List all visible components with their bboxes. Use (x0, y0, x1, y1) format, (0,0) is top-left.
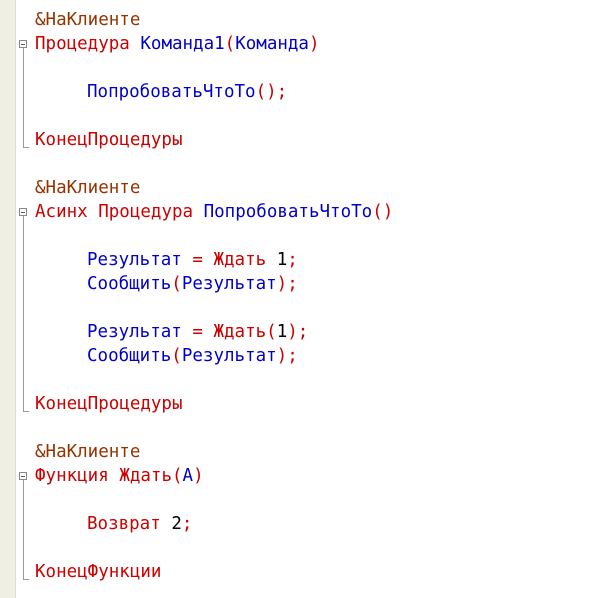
fold-end-marker (23, 411, 29, 412)
compile-directive: &НаКлиенте (35, 442, 141, 462)
code-line: ПопробоватьЧтоТо(); (35, 80, 590, 104)
procedure-name: ПопробоватьЧтоТо (203, 202, 373, 222)
semicolon: ; (287, 250, 298, 270)
operator: = (192, 322, 203, 342)
code-line: &НаКлиенте (35, 176, 590, 200)
code-editor[interactable]: &НаКлиенте Процедура Команда1(Команда) П… (0, 0, 590, 598)
fold-toggle-procedure-komanda1[interactable] (19, 40, 27, 48)
fold-margin (16, 0, 32, 598)
paren: ( (171, 274, 182, 294)
code-line: Сообщить(Результат); (35, 344, 590, 368)
paren: ) (308, 34, 320, 54)
fold-end-marker (23, 579, 29, 580)
number-literal: 1 (276, 250, 288, 270)
code-line: Процедура Команда1(Команда) (35, 32, 590, 56)
line-gutter (0, 0, 16, 598)
semicolon: ; (287, 346, 298, 366)
call-name: Сообщить (87, 274, 172, 294)
paren: ) (276, 346, 288, 366)
keyword: Процедура (35, 34, 130, 54)
code-line: КонецПроцедуры (35, 128, 590, 152)
variable: Результат (181, 346, 277, 366)
operator: = (192, 250, 203, 270)
paren: ( (266, 322, 277, 342)
parameter: Команда (235, 34, 309, 54)
await-keyword: Ждать (213, 250, 267, 270)
fold-toggle-procedure-poprobovat[interactable] (19, 208, 27, 216)
semicolon: ; (297, 322, 309, 342)
code-line: Результат = Ждать 1; (35, 248, 590, 272)
code-line: &НаКлиенте (35, 8, 590, 32)
code-line: Функция Ждать(А) (35, 464, 590, 488)
call-name: ПопробоватьЧтоТо (87, 82, 256, 102)
fold-guide-line (23, 216, 24, 412)
paren: ) (266, 82, 277, 102)
parameter: А (182, 466, 194, 486)
fold-toggle-function-zhdat[interactable] (19, 472, 27, 480)
function-name: Ждать (119, 466, 172, 486)
fold-guide-line (23, 48, 24, 148)
semicolon: ; (276, 82, 288, 102)
call-name: Сообщить (87, 346, 172, 366)
paren: ) (193, 466, 204, 486)
variable: Результат (87, 250, 182, 270)
semicolon: ; (181, 514, 193, 534)
end-keyword: КонецПроцедуры (35, 130, 183, 150)
code-area[interactable]: &НаКлиенте Процедура Команда1(Команда) П… (35, 8, 590, 584)
keyword: Асинх (35, 202, 88, 222)
function-call: Ждать (213, 322, 267, 342)
fold-guide-line (23, 480, 24, 580)
variable: Результат (87, 322, 182, 342)
end-keyword: КонецПроцедуры (35, 394, 183, 414)
fold-end-marker (23, 147, 29, 148)
return-keyword: Возврат (87, 514, 161, 534)
compile-directive: &НаКлиенте (35, 10, 141, 30)
number-literal: 2 (171, 514, 182, 534)
paren: ( (172, 466, 183, 486)
paren: ( (372, 202, 383, 222)
paren: ( (224, 34, 236, 54)
keyword: Функция (35, 466, 109, 486)
code-line: Результат = Ждать(1); (35, 320, 590, 344)
keyword: Процедура (98, 202, 194, 222)
variable: Результат (181, 274, 277, 294)
paren: ) (287, 322, 298, 342)
compile-directive: &НаКлиенте (35, 178, 141, 198)
paren: ) (382, 202, 394, 222)
code-line: КонецПроцедуры (35, 392, 590, 416)
code-line: Возврат 2; (35, 512, 590, 536)
procedure-name: Команда1 (140, 34, 225, 54)
paren: ( (171, 346, 182, 366)
code-line: &НаКлиенте (35, 440, 590, 464)
code-line: КонецФункции (35, 560, 590, 584)
paren: ( (255, 82, 267, 102)
semicolon: ; (287, 274, 298, 294)
code-line: Сообщить(Результат); (35, 272, 590, 296)
code-line: Асинх Процедура ПопробоватьЧтоТо() (35, 200, 590, 224)
number-literal: 1 (276, 322, 288, 342)
end-keyword: КонецФункции (35, 562, 162, 582)
paren: ) (276, 274, 288, 294)
